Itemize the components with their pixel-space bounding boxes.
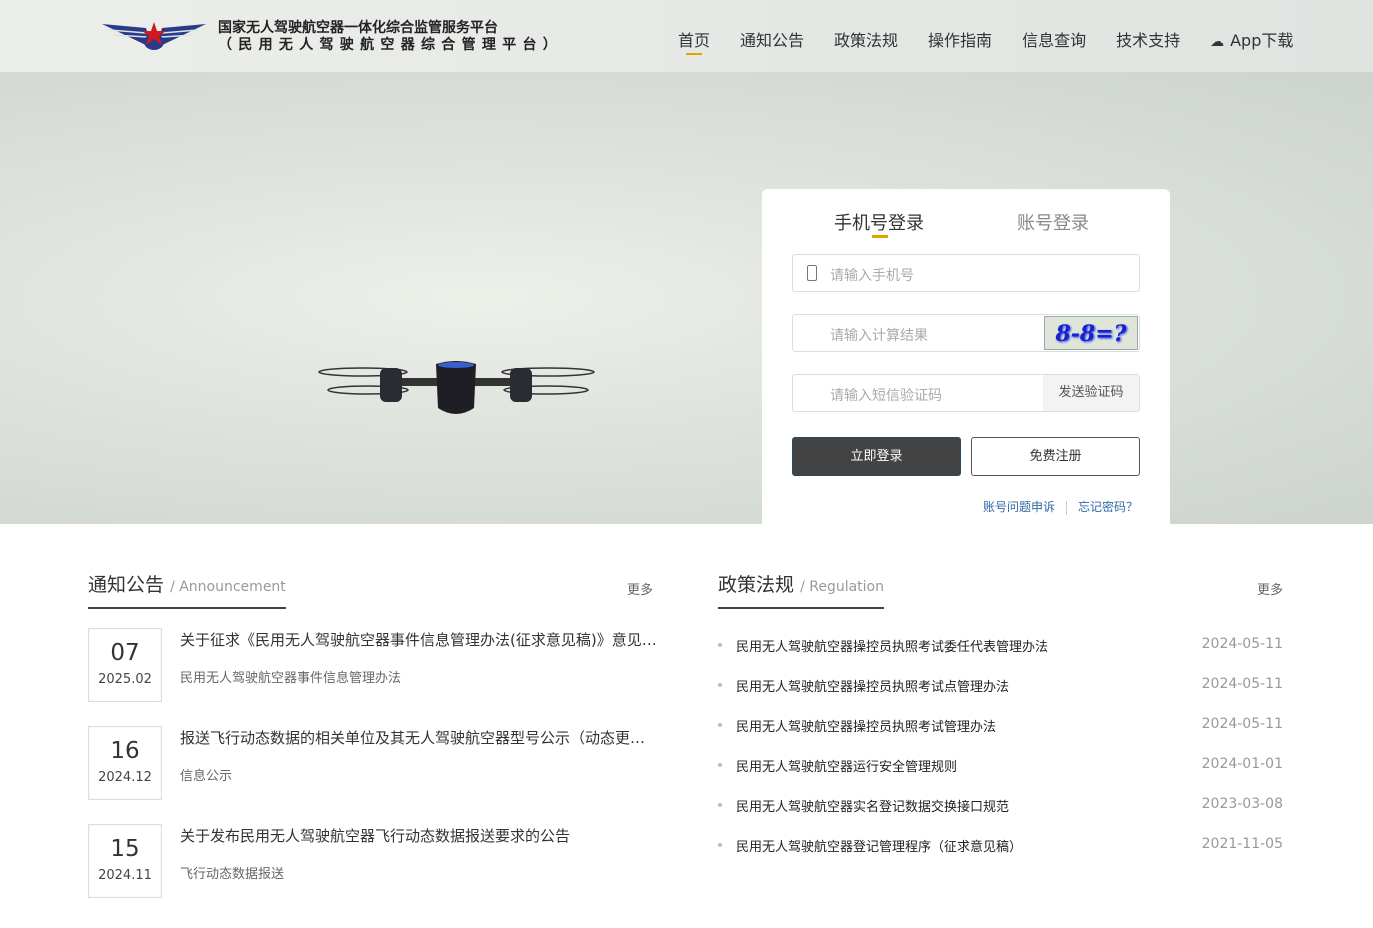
regulation-title[interactable]: 民用无人驾驶航空器操控员执照考试点管理办法	[736, 676, 1009, 695]
regulation-date: 2021-11-05	[1201, 836, 1283, 852]
nav-query[interactable]: 信息查询	[1022, 27, 1086, 51]
date-day: 15	[110, 836, 140, 862]
announcements-title-en: / Announcement	[170, 579, 286, 595]
nav-regulations[interactable]: 政策法规	[834, 27, 898, 51]
date-day: 07	[110, 640, 140, 666]
nav-support[interactable]: 技术支持	[1116, 27, 1180, 51]
site-title-line2: （民用无人驾驶航空器综合管理平台）	[218, 37, 564, 53]
regulations-title-cn: 政策法规	[718, 574, 795, 596]
nav-home[interactable]: 首页	[678, 27, 710, 55]
date-month: 2024.11	[98, 868, 152, 883]
sms-code-input[interactable]: 请输入短信验证码 发送验证码	[792, 374, 1140, 412]
bullet-icon	[718, 803, 722, 807]
announcement-item[interactable]: 07 2025.02 关于征求《民用无人驾驶航空器事件信息管理办法(征求意见稿)》意…	[88, 628, 658, 702]
login-links: 账号问题申诉 忘记密码？	[983, 498, 1138, 515]
date-box: 07 2025.02	[88, 628, 162, 702]
announcement-item[interactable]: 16 2024.12 报送飞行动态数据的相关单位及其无人驾驶航空器型号公示（动态更新…	[88, 726, 658, 800]
phone-placeholder: 请输入手机号	[830, 268, 914, 284]
regulation-title[interactable]: 民用无人驾驶航空器登记管理程序（征求意见稿）	[736, 836, 1022, 855]
header: 国家无人驾驶航空器一体化综合监管服务平台 （民用无人驾驶航空器综合管理平台） 首…	[0, 0, 1373, 72]
calc-result-input[interactable]: 请输入计算结果 8-8=?	[792, 314, 1140, 352]
date-day: 16	[110, 738, 140, 764]
announcement-title[interactable]: 关于发布民用无人驾驶航空器飞行动态数据报送要求的公告	[180, 825, 658, 846]
site-title-line1: 国家无人驾驶航空器一体化综合监管服务平台	[218, 20, 498, 36]
drone-image	[318, 361, 595, 414]
bullet-icon	[718, 683, 722, 687]
announcement-title[interactable]: 报送飞行动态数据的相关单位及其无人驾驶航空器型号公示（动态更新）	[180, 727, 658, 748]
regulations-title-en: / Regulation	[800, 579, 884, 595]
regulation-title[interactable]: 民用无人驾驶航空器操控员执照考试管理办法	[736, 716, 996, 735]
date-month: 2025.02	[98, 672, 152, 687]
date-box: 15 2024.11	[88, 824, 162, 898]
cloud-download-icon: ☁	[1210, 34, 1225, 50]
caac-wings-logo-icon	[102, 22, 206, 50]
hero-banner: 手机号登录 账号登录 请输入手机号 请输入计算结果 8-8=? 请输入短信验证码…	[0, 72, 1373, 551]
bullet-icon	[718, 763, 722, 767]
regulation-date: 2023-03-08	[1201, 796, 1283, 812]
app-download-label: App下载	[1230, 31, 1294, 50]
captcha-image[interactable]: 8-8=?	[1044, 316, 1138, 350]
phone-input[interactable]: 请输入手机号	[792, 254, 1140, 292]
tab-account-login[interactable]: 账号登录	[1017, 209, 1089, 235]
login-button[interactable]: 立即登录	[792, 437, 961, 476]
date-month: 2024.12	[98, 770, 152, 785]
announcement-subtitle: 飞行动态数据报送	[180, 867, 285, 882]
nav-announcements[interactable]: 通知公告	[740, 27, 804, 51]
tab-phone-login[interactable]: 手机号登录	[834, 209, 924, 238]
announcements-more-link[interactable]: 更多	[627, 579, 653, 598]
announcement-subtitle: 信息公示	[180, 769, 233, 784]
sms-placeholder: 请输入短信验证码	[830, 388, 942, 404]
announcements-title: 通知公告 / Announcement	[88, 570, 286, 609]
account-appeal-link[interactable]: 账号问题申诉	[983, 500, 1055, 514]
forgot-password-link[interactable]: 忘记密码？	[1078, 500, 1138, 514]
regulation-date: 2024-05-11	[1201, 716, 1283, 732]
date-box: 16 2024.12	[88, 726, 162, 800]
announcements-title-cn: 通知公告	[88, 574, 165, 596]
calc-placeholder: 请输入计算结果	[830, 328, 928, 344]
regulation-title[interactable]: 民用无人驾驶航空器操控员执照考试委任代表管理办法	[736, 636, 1048, 655]
regulations-title: 政策法规 / Regulation	[718, 570, 884, 609]
divider	[1065, 500, 1067, 515]
announcement-item[interactable]: 15 2024.11 关于发布民用无人驾驶航空器飞行动态数据报送要求的公告飞行动态数…	[88, 824, 658, 898]
announcement-subtitle: 民用无人驾驶航空器事件信息管理办法	[180, 671, 402, 686]
mobile-phone-icon	[807, 265, 817, 281]
nav-guide[interactable]: 操作指南	[928, 27, 992, 51]
bullet-icon	[718, 723, 722, 727]
nav-app-download[interactable]: ☁ App下载	[1210, 27, 1293, 51]
send-code-button[interactable]: 发送验证码	[1043, 375, 1139, 411]
register-button[interactable]: 免费注册	[971, 437, 1140, 476]
main-nav: 首页 通知公告 政策法规 操作指南 信息查询 技术支持 ☁ App下载	[678, 27, 1323, 55]
regulation-date: 2024-05-11	[1201, 676, 1283, 692]
regulation-title[interactable]: 民用无人驾驶航空器运行安全管理规则	[736, 756, 957, 775]
regulation-date: 2024-01-01	[1201, 756, 1283, 772]
announcement-title[interactable]: 关于征求《民用无人驾驶航空器事件信息管理办法(征求意见稿)》意见的通知	[180, 629, 658, 650]
bullet-icon	[718, 643, 722, 647]
bullet-icon	[718, 843, 722, 847]
regulation-title[interactable]: 民用无人驾驶航空器实名登记数据交换接口规范	[736, 796, 1009, 815]
regulations-more-link[interactable]: 更多	[1257, 579, 1283, 598]
regulation-date: 2024-05-11	[1201, 636, 1283, 652]
login-panel: 手机号登录 账号登录 请输入手机号 请输入计算结果 8-8=? 请输入短信验证码…	[762, 189, 1170, 551]
site-title: 国家无人驾驶航空器一体化综合监管服务平台 （民用无人驾驶航空器综合管理平台）	[218, 20, 563, 54]
